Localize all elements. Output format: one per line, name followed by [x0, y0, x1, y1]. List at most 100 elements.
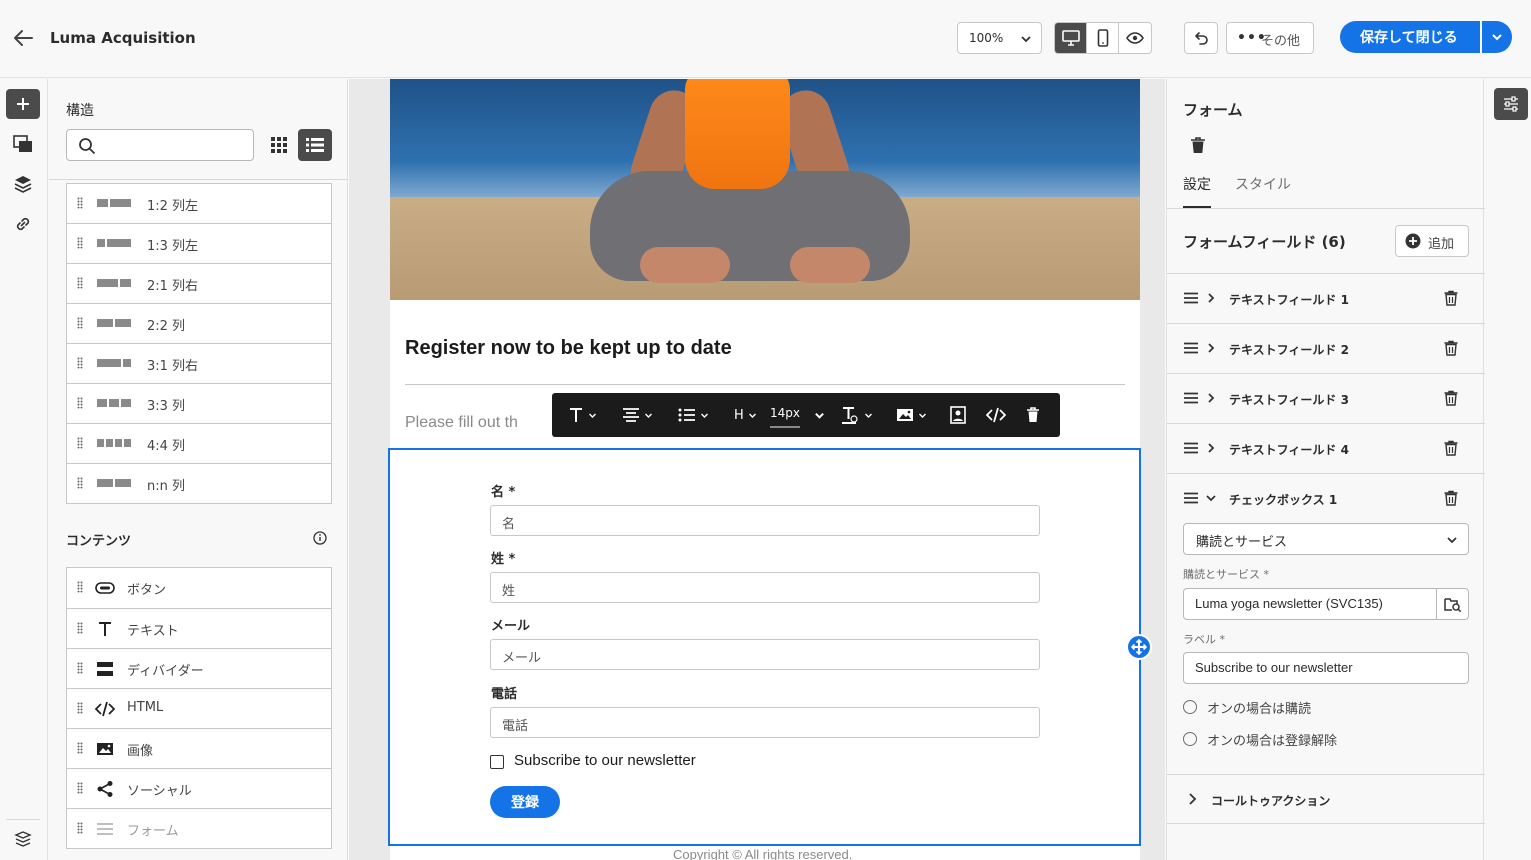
- form-field-input[interactable]: 姓: [490, 572, 1040, 603]
- form-field-row[interactable]: テキストフィールド 3: [1167, 373, 1485, 423]
- structure-item[interactable]: 2:2 列: [67, 303, 331, 343]
- drag-handle-icon[interactable]: [77, 397, 83, 409]
- email-divider[interactable]: [405, 384, 1125, 385]
- content-item[interactable]: ソーシャル: [67, 768, 331, 808]
- text-style-button[interactable]: [568, 393, 597, 437]
- drag-handle-icon[interactable]: [77, 702, 83, 714]
- service-input[interactable]: Luma yoga newsletter (SVC135): [1183, 588, 1469, 620]
- insert-image-button[interactable]: [896, 393, 927, 437]
- grid-view-button[interactable]: [267, 129, 291, 161]
- chevron-right-icon[interactable]: [1205, 391, 1217, 405]
- form-field-row[interactable]: チェックボックス 1: [1167, 473, 1485, 523]
- layers-button[interactable]: [12, 174, 34, 194]
- drag-handle-icon[interactable]: [77, 822, 83, 834]
- form-field-input[interactable]: メール: [490, 639, 1040, 670]
- back-arrow-icon[interactable]: [12, 28, 34, 48]
- drag-handle-icon[interactable]: [1184, 392, 1198, 404]
- drag-handle-icon[interactable]: [77, 437, 83, 449]
- drag-handle-icon[interactable]: [77, 237, 83, 249]
- radio-on-subscribe[interactable]: [1183, 700, 1197, 714]
- drag-handle-icon[interactable]: [77, 277, 83, 289]
- save-options-button[interactable]: [1482, 21, 1512, 53]
- structure-item[interactable]: n:n 列: [67, 463, 331, 503]
- email-intro-text[interactable]: Please fill out th: [405, 414, 518, 432]
- text-color-button[interactable]: [840, 393, 873, 437]
- drag-handle-icon[interactable]: [77, 662, 83, 674]
- hero-image[interactable]: [390, 79, 1140, 300]
- move-handle[interactable]: [1126, 634, 1152, 660]
- preview-button[interactable]: [1119, 23, 1151, 53]
- properties-toggle-button[interactable]: [1494, 88, 1528, 120]
- trash-icon[interactable]: [1443, 440, 1459, 456]
- drag-handle-icon[interactable]: [77, 317, 83, 329]
- drag-handle-icon[interactable]: [77, 477, 83, 489]
- form-field-input[interactable]: 電話: [490, 707, 1040, 738]
- add-field-button[interactable]: 追加: [1395, 225, 1469, 257]
- list-view-button[interactable]: [298, 129, 332, 161]
- drag-handle-icon[interactable]: [77, 357, 83, 369]
- form-field-row[interactable]: テキストフィールド 1: [1167, 273, 1485, 323]
- content-item[interactable]: テキスト: [67, 608, 331, 648]
- form-field-row[interactable]: テキストフィールド 2: [1167, 323, 1485, 373]
- font-size-select[interactable]: 14px: [770, 393, 828, 437]
- zoom-select[interactable]: 100%: [957, 22, 1042, 54]
- structure-item[interactable]: 1:3 列左: [67, 223, 331, 263]
- form-field-input[interactable]: 名: [490, 505, 1040, 536]
- trash-icon[interactable]: [1443, 390, 1459, 406]
- more-button[interactable]: ••• その他: [1226, 22, 1314, 54]
- chevron-down-icon[interactable]: [1205, 491, 1217, 505]
- drag-handle-icon[interactable]: [1184, 342, 1198, 354]
- align-button[interactable]: [622, 393, 653, 437]
- save-and-close-button[interactable]: 保存して閉じる: [1340, 21, 1480, 53]
- content-item[interactable]: ディバイダー: [67, 648, 331, 688]
- newsletter-checkbox[interactable]: [490, 755, 504, 769]
- drag-handle-icon[interactable]: [77, 581, 83, 593]
- call-to-action-row[interactable]: コールトゥアクション: [1167, 774, 1485, 824]
- structure-item[interactable]: 4:4 列: [67, 423, 331, 463]
- trash-icon[interactable]: [1189, 136, 1207, 154]
- trash-icon[interactable]: [1443, 490, 1459, 506]
- drag-handle-icon[interactable]: [1184, 442, 1198, 454]
- chevron-right-icon[interactable]: [1205, 291, 1217, 305]
- form-block[interactable]: Subscribe to our newsletter 登録 名 * 名姓 * 姓メ…: [388, 448, 1141, 846]
- label-input[interactable]: Subscribe to our newsletter: [1183, 652, 1469, 684]
- service-lookup-button[interactable]: [1436, 589, 1468, 619]
- drag-handle-icon[interactable]: [77, 742, 83, 754]
- trash-icon[interactable]: [1443, 290, 1459, 306]
- content-item[interactable]: 画像: [67, 728, 331, 768]
- tab-style[interactable]: スタイル: [1235, 174, 1291, 194]
- drag-handle-icon[interactable]: [1184, 492, 1198, 504]
- info-icon[interactable]: [313, 531, 327, 545]
- chevron-right-icon[interactable]: [1205, 441, 1217, 455]
- code-button[interactable]: [986, 393, 1006, 437]
- submit-button[interactable]: 登録: [490, 786, 560, 818]
- tab-settings[interactable]: 設定: [1183, 174, 1211, 194]
- layers-settings-button[interactable]: [12, 829, 34, 849]
- assets-button[interactable]: [12, 134, 34, 154]
- undo-button[interactable]: [1184, 22, 1218, 54]
- form-field-row[interactable]: テキストフィールド 4: [1167, 423, 1485, 473]
- structure-item[interactable]: 2:1 列右: [67, 263, 331, 303]
- structure-item[interactable]: 3:3 列: [67, 383, 331, 423]
- content-item[interactable]: ボタン: [67, 568, 331, 608]
- delete-block-button[interactable]: [1026, 393, 1040, 437]
- drag-handle-icon[interactable]: [77, 197, 83, 209]
- links-button[interactable]: [12, 214, 34, 234]
- heading-button[interactable]: H: [734, 393, 757, 437]
- list-button[interactable]: [678, 393, 709, 437]
- drag-handle-icon[interactable]: [77, 622, 83, 634]
- mobile-view-button[interactable]: [1087, 23, 1120, 53]
- desktop-view-button[interactable]: [1055, 23, 1088, 53]
- content-item[interactable]: HTML: [67, 688, 331, 728]
- drag-handle-icon[interactable]: [77, 782, 83, 794]
- structure-item[interactable]: 3:1 列右: [67, 343, 331, 383]
- structure-item[interactable]: 1:2 列左: [67, 183, 331, 223]
- search-input[interactable]: [66, 129, 254, 161]
- personalization-button[interactable]: [950, 393, 966, 437]
- add-content-button[interactable]: [6, 89, 40, 119]
- radio-on-unsubscribe[interactable]: [1183, 732, 1197, 746]
- trash-icon[interactable]: [1443, 340, 1459, 356]
- chevron-right-icon[interactable]: [1205, 341, 1217, 355]
- drag-handle-icon[interactable]: [1184, 292, 1198, 304]
- email-heading[interactable]: Register now to be kept up to date: [405, 337, 732, 360]
